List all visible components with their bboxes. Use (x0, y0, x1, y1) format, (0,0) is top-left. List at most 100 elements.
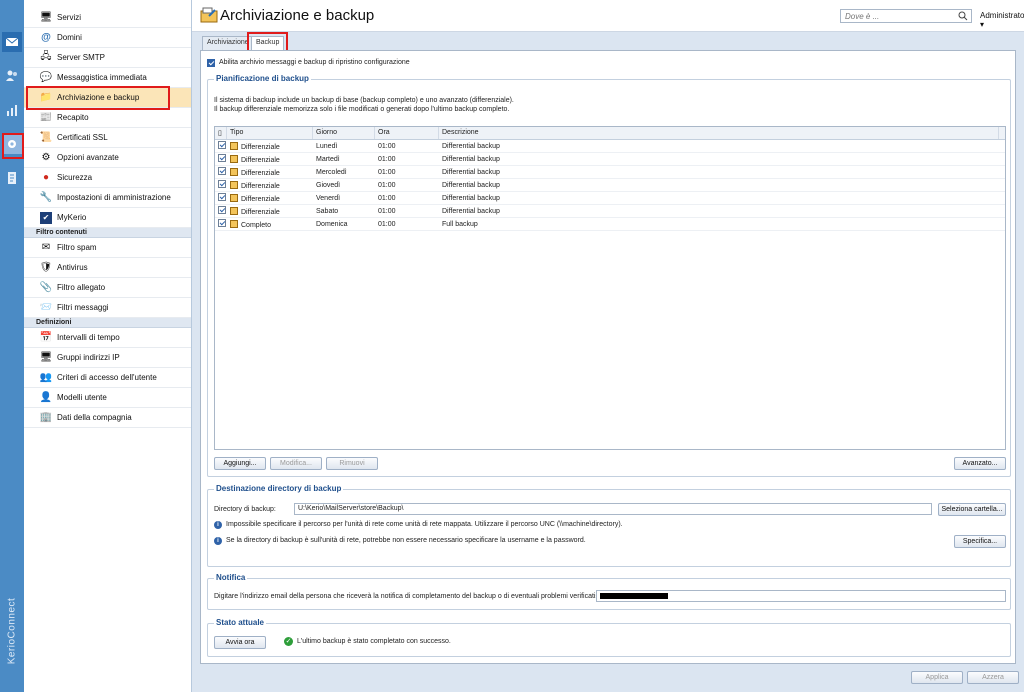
sidebar-item-antivirus[interactable]: 🛡 Antivirus (24, 258, 191, 278)
row-enabled-checkbox[interactable] (218, 206, 226, 214)
sidebar-item-mykerio[interactable]: ✔ MyKerio (24, 208, 191, 228)
table-row[interactable]: Differenziale Mercoledì 01:00 Differential … (215, 166, 1005, 179)
sidebar-item-servizi[interactable]: 🖥 Servizi (24, 8, 191, 28)
row-enabled-checkbox[interactable] (218, 154, 226, 162)
sidebar-item-time-ranges[interactable]: 📅 Intervalli di tempo (24, 328, 191, 348)
remove-button[interactable]: Rimuovi (326, 457, 378, 470)
schedule-table: ▯ Tipo Giorno Ora Descrizione Differenzi… (214, 126, 1006, 450)
sidebar-item-smtp[interactable]: 🖧 Server SMTP (24, 48, 191, 68)
message-filter-icon: 📨 (39, 302, 53, 313)
row-day: Giovedì (316, 181, 341, 189)
sidebar-item-message-filters[interactable]: 📨 Filtri messaggi (24, 298, 191, 318)
schedule-desc-1: Il sistema di backup include un backup d… (214, 97, 514, 104)
row-enabled-checkbox[interactable] (218, 219, 226, 227)
user-menu[interactable]: Administrator ▾ (980, 11, 1024, 29)
backup-type-icon (230, 180, 238, 189)
sidebar-item-recapito[interactable]: 📰 Recapito (24, 108, 191, 128)
sidebar-nav: 🖥 Servizi @ Domini 🖧 Server SMTP 💬 Messaggis… (24, 0, 192, 692)
admin-icon: 🔧 (39, 192, 53, 203)
destination-group: Destinazione directory di backup Directo… (207, 484, 1011, 567)
highlight-archive-item (26, 86, 170, 110)
edit-button[interactable]: Modifica... (270, 457, 322, 470)
sidebar-item-spam[interactable]: ✉ Filtro spam (24, 238, 191, 258)
sidebar-item-im[interactable]: 💬 Messaggistica immediata (24, 68, 191, 88)
row-enabled-checkbox[interactable] (218, 180, 226, 188)
backup-type-icon (230, 206, 238, 215)
sidebar-item-admin-settings[interactable]: 🔧 Impostazioni di amministrazione (24, 188, 191, 208)
stats-icon[interactable] (2, 100, 22, 120)
section-content-filter: Filtro contenuti (24, 228, 191, 238)
security-icon: ● (42, 172, 50, 183)
row-description: Differential backup (442, 142, 500, 150)
apply-button[interactable]: Applica (911, 671, 963, 684)
add-button[interactable]: Aggiungi... (214, 457, 266, 470)
table-row[interactable]: Differenziale Giovedì 01:00 Differential ba… (215, 179, 1005, 192)
status-title: Stato attuale (214, 618, 267, 627)
highlight-config (2, 133, 24, 159)
search-input[interactable] (840, 9, 972, 23)
backup-type-icon (230, 167, 238, 176)
row-enabled-checkbox[interactable] (218, 193, 226, 201)
mail-icon[interactable] (2, 32, 22, 52)
row-type: Differenziale (241, 169, 280, 177)
table-header: ▯ Tipo Giorno Ora Descrizione (215, 127, 1005, 140)
row-type: Differenziale (241, 156, 280, 164)
notify-title: Notifica (214, 573, 248, 582)
row-enabled-checkbox[interactable] (218, 141, 226, 149)
row-day: Sabato (316, 207, 339, 215)
mykerio-icon: ✔ (40, 211, 52, 224)
table-row[interactable]: Differenziale Venerdì 01:00 Differential ba… (215, 192, 1005, 205)
start-now-button[interactable]: Avvia ora (214, 636, 266, 649)
schedule-title: Pianificazione di backup (214, 74, 311, 83)
row-enabled-checkbox[interactable] (218, 167, 226, 175)
column-header-time[interactable]: Ora (375, 127, 439, 139)
table-row[interactable]: Completo Domenica 01:00 Full backup (215, 218, 1005, 231)
tab-archiviazione[interactable]: Archiviazione (202, 36, 254, 50)
row-time: 01:00 (378, 142, 396, 150)
notify-email-field[interactable] (596, 590, 1006, 602)
sidebar-item-company-data[interactable]: 🏢 Dati della compagnia (24, 408, 191, 428)
row-time: 01:00 (378, 155, 396, 163)
sidebar-item-access-policies[interactable]: 👥 Criteri di accesso dell'utente (24, 368, 191, 388)
info-icon: i (214, 536, 222, 545)
success-icon: ✓ (284, 637, 293, 646)
select-folder-button[interactable]: Seleziona cartella... (938, 503, 1006, 516)
notify-label: Digitare l'indirizzo email della persona… (214, 593, 603, 600)
left-rail: KerioConnect (0, 0, 24, 692)
sidebar-item-ssl[interactable]: 📜 Certificati SSL (24, 128, 191, 148)
destination-info-2: Se la directory di backup è sull'unità d… (226, 537, 586, 544)
ip-group-icon: 🖥 (39, 352, 53, 363)
backup-content: Abilita archivio messaggi e backup di ri… (200, 50, 1016, 664)
table-row[interactable]: Differenziale Martedì 01:00 Differential ba… (215, 153, 1005, 166)
users-icon[interactable] (2, 66, 22, 86)
row-description: Differential backup (442, 194, 500, 202)
sidebar-item-attachment[interactable]: 📎 Filtro allegato (24, 278, 191, 298)
column-header-description[interactable]: Descrizione (439, 127, 999, 139)
sidebar-item-domini[interactable]: @ Domini (24, 28, 191, 48)
specify-button[interactable]: Specifica... (954, 535, 1006, 548)
table-row[interactable]: Differenziale Sabato 01:00 Differential bac… (215, 205, 1005, 218)
advanced-button[interactable]: Avanzato... (954, 457, 1006, 470)
advanced-icon: ⚙ (41, 152, 51, 163)
table-row[interactable]: Differenziale Lunedì 01:00 Differential bac… (215, 140, 1005, 153)
sidebar-item-ip-groups[interactable]: 🖥 Gruppi indirizzi IP (24, 348, 191, 368)
column-header-type[interactable]: Tipo (227, 127, 313, 139)
row-type: Differenziale (241, 208, 280, 216)
destination-title: Destinazione directory di backup (214, 484, 344, 493)
backup-dir-field[interactable]: U:\Kerio\MailServer\store\Backup\ (294, 503, 932, 515)
services-icon: 🖥 (39, 12, 53, 23)
main-panel: Archiviazione e backup Administrator ▾ A… (192, 0, 1024, 692)
row-time: 01:00 (378, 207, 396, 215)
row-time: 01:00 (378, 194, 396, 202)
search-icon[interactable] (958, 11, 968, 21)
archive-title-icon (200, 6, 218, 24)
enable-backup-label: Abilita archivio messaggi e backup di ri… (219, 59, 410, 66)
sidebar-item-security[interactable]: ● Sicurezza (24, 168, 191, 188)
sidebar-item-advanced[interactable]: ⚙ Opzioni avanzate (24, 148, 191, 168)
sidebar-item-user-templates[interactable]: 👤 Modelli utente (24, 388, 191, 408)
enable-backup-checkbox[interactable] (207, 58, 215, 67)
column-header-day[interactable]: Giorno (313, 127, 375, 139)
log-icon[interactable] (2, 168, 22, 188)
column-header-check: ▯ (215, 127, 227, 139)
reset-button[interactable]: Azzera (967, 671, 1019, 684)
